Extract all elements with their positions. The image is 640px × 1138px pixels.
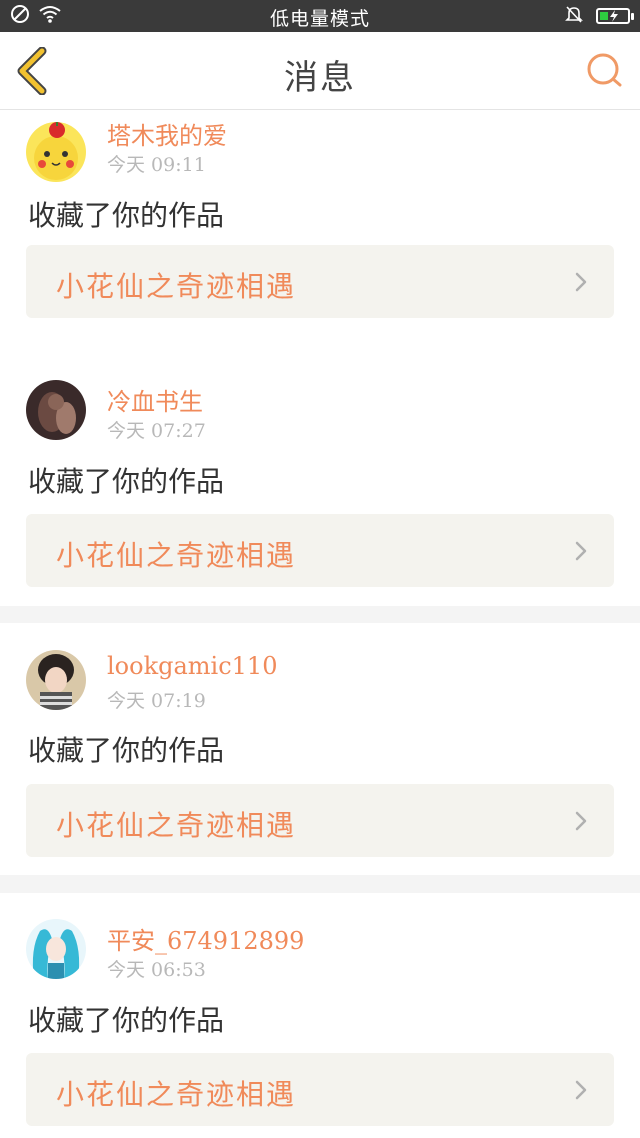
status-bar: 低电量模式	[0, 0, 640, 32]
user-avatar[interactable]	[26, 380, 86, 440]
work-link[interactable]: 小花仙之奇迹相遇	[26, 1053, 614, 1126]
nav-bar: 消息	[0, 32, 640, 110]
search-button[interactable]	[584, 50, 624, 90]
search-icon	[587, 53, 622, 87]
message-card: lookgamic110 今天 07:19 收藏了你的作品 小花仙之奇迹相遇	[0, 623, 640, 875]
message-card: 冷血书生 今天 07:27 收藏了你的作品 小花仙之奇迹相遇	[0, 354, 640, 606]
work-title: 小花仙之奇迹相遇	[56, 1078, 297, 1111]
work-title: 小花仙之奇迹相遇	[56, 539, 297, 572]
username[interactable]: 平安_674912899	[107, 921, 304, 956]
message-time: 今天 07:27	[107, 420, 206, 442]
username[interactable]: lookgamic110	[107, 652, 277, 680]
chevron-right-icon	[575, 1080, 587, 1100]
message-action: 收藏了你的作品	[28, 734, 225, 767]
work-link[interactable]: 小花仙之奇迹相遇	[26, 514, 614, 587]
battery-charging-icon	[596, 8, 634, 24]
user-avatar[interactable]	[26, 919, 86, 979]
message-time: 今天 07:19	[107, 690, 206, 712]
page-title: 消息	[284, 58, 356, 98]
username[interactable]: 塔木我的爱	[107, 116, 227, 151]
chevron-right-icon	[575, 272, 587, 292]
username[interactable]: 冷血书生	[107, 382, 203, 417]
message-card: 塔木我的爱 今天 09:11 收藏了你的作品 小花仙之奇迹相遇	[0, 110, 640, 362]
chevron-right-icon	[575, 541, 587, 561]
work-link[interactable]: 小花仙之奇迹相遇	[26, 784, 614, 857]
silent-bell-icon	[564, 4, 584, 28]
work-title: 小花仙之奇迹相遇	[56, 270, 297, 303]
work-link[interactable]: 小花仙之奇迹相遇	[26, 245, 614, 318]
chevron-right-icon	[575, 811, 587, 831]
message-card: 平安_674912899 今天 06:53 收藏了你的作品 小花仙之奇迹相遇	[0, 893, 640, 1138]
message-action: 收藏了你的作品	[28, 199, 225, 232]
user-avatar[interactable]	[26, 122, 86, 182]
message-action: 收藏了你的作品	[28, 1004, 225, 1037]
user-avatar[interactable]	[26, 650, 86, 710]
status-right-icons	[564, 4, 634, 28]
status-bar-title: 低电量模式	[269, 8, 370, 30]
message-time: 今天 09:11	[107, 154, 206, 176]
message-action: 收藏了你的作品	[28, 465, 225, 498]
message-time: 今天 06:53	[107, 959, 206, 981]
work-title: 小花仙之奇迹相遇	[56, 809, 297, 842]
